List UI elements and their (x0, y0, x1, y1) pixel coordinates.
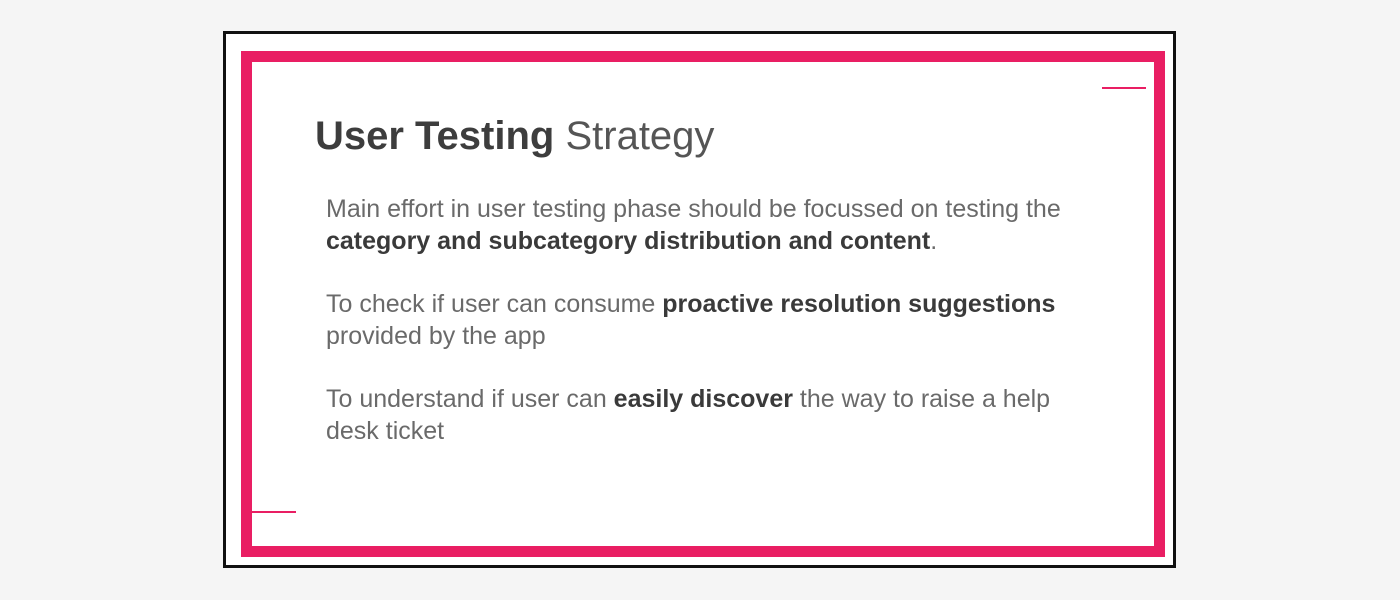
paragraph-3: To understand if user can easily discove… (326, 383, 1086, 447)
slide-title: User Testing Strategy (315, 112, 714, 160)
accent-line-bottom-left (252, 511, 296, 513)
paragraph-1-post: . (930, 227, 938, 255)
paragraph-1: Main effort in user testing phase should… (326, 193, 1086, 257)
paragraph-1-pre: Main effort in user testing phase should… (326, 195, 1061, 223)
paragraph-2-post: provided by the app (326, 322, 546, 350)
paragraph-1-bold: category and subcategory distribution an… (326, 227, 931, 255)
slide-title-bold: User Testing (315, 114, 555, 158)
slide-body: Main effort in user testing phase should… (326, 193, 1086, 478)
paragraph-2-bold: proactive resolution suggestions (662, 290, 1056, 318)
slide-title-light: Strategy (565, 114, 715, 158)
paragraph-3-bold: easily discover (613, 385, 793, 413)
accent-line-top-right (1102, 87, 1146, 89)
paragraph-2: To check if user can consume proactive r… (326, 288, 1086, 352)
paragraph-2-pre: To check if user can consume (326, 290, 663, 318)
paragraph-3-pre: To understand if user can (326, 385, 614, 413)
